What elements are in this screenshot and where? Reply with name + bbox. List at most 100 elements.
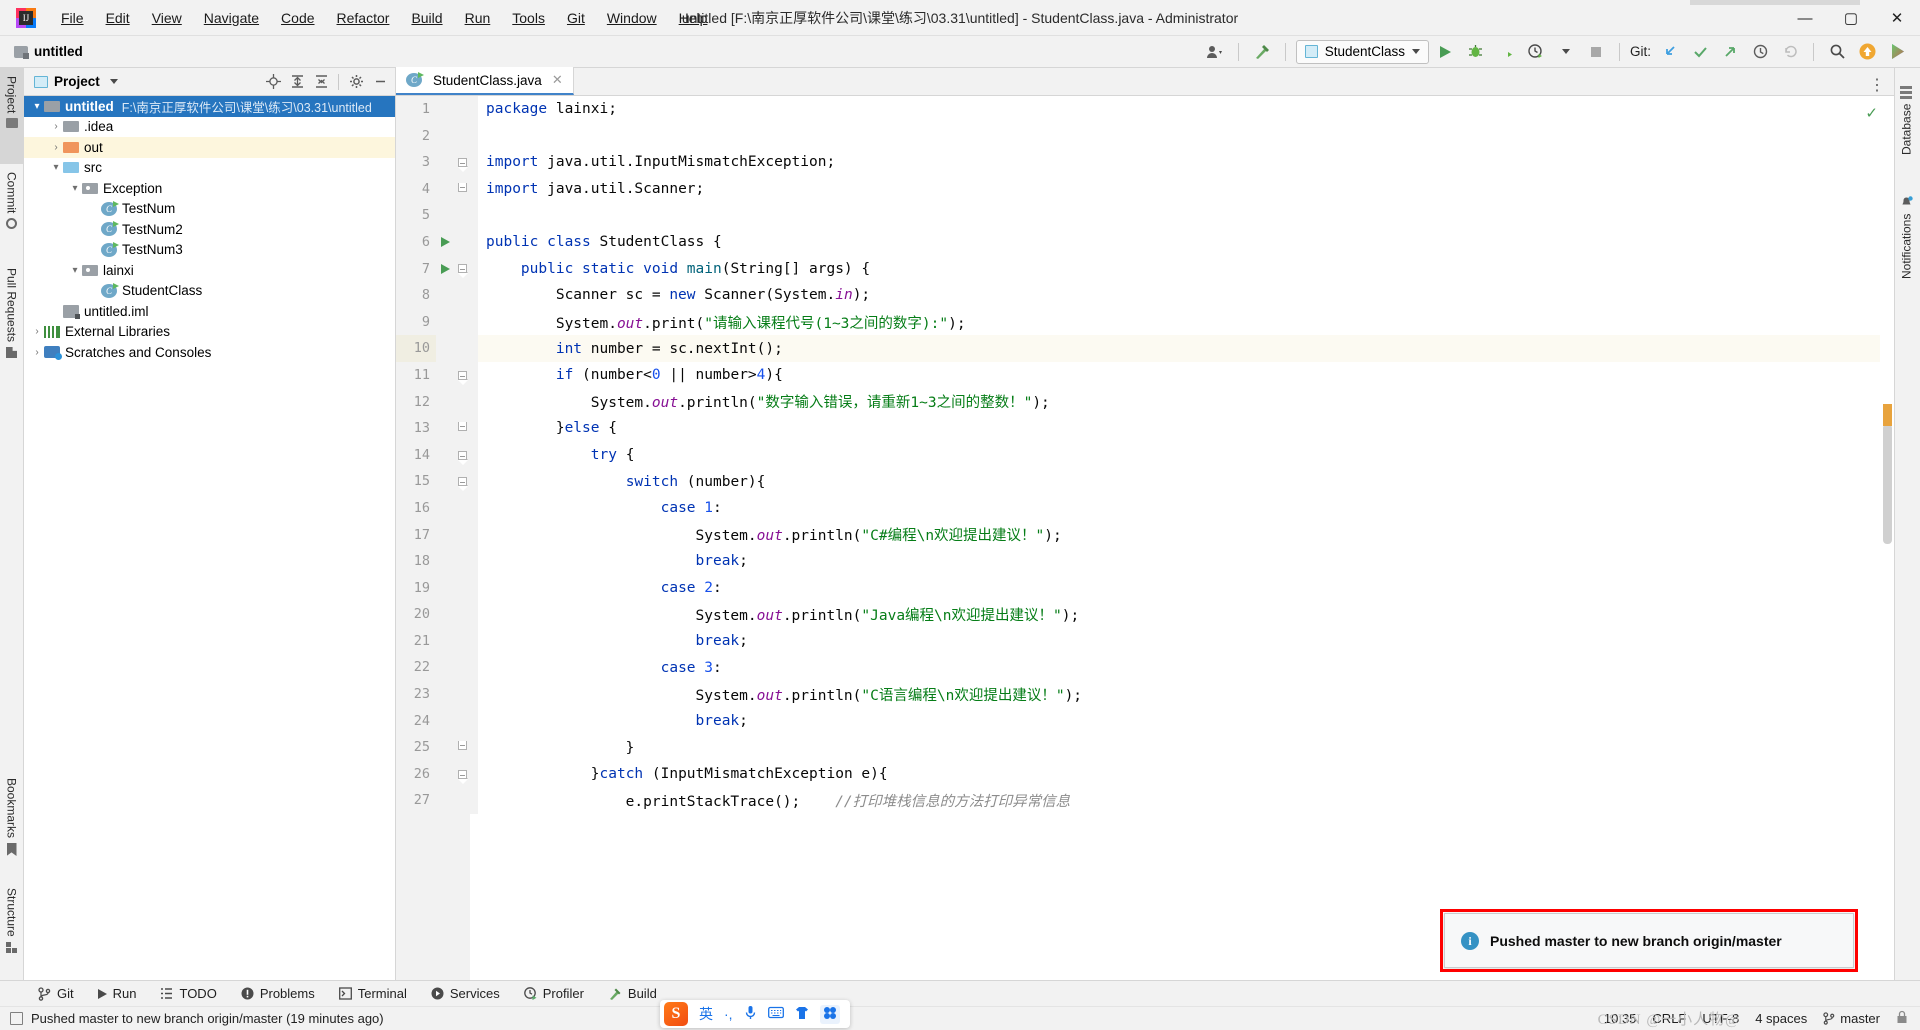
tree-row-external-libraries[interactable]: › External Libraries — [24, 322, 395, 343]
chevron-right-icon[interactable]: › — [30, 347, 44, 358]
menu-edit[interactable]: Edit — [95, 6, 141, 30]
code-editor[interactable]: 1 package lainxi; 2 3 import java.util.Input… — [396, 96, 1894, 980]
code-line[interactable]: 24 break; — [396, 707, 1894, 735]
tree-row-out[interactable]: › out — [24, 137, 395, 158]
fold-marker-icon[interactable] — [454, 415, 470, 442]
code-line[interactable]: 14 try { — [396, 441, 1894, 469]
feedback-icon[interactable] — [1884, 40, 1910, 64]
code-line[interactable]: 11 if (number<0 || number>4){ — [396, 361, 1894, 389]
notification-balloon[interactable]: i Pushed master to new branch origin/mas… — [1444, 913, 1854, 968]
run-coverage-icon[interactable] — [1493, 40, 1519, 64]
fold-marker-icon[interactable] — [454, 760, 470, 788]
code-line[interactable]: 26 }catch (InputMismatchException e){ — [396, 760, 1894, 788]
menu-window[interactable]: Window — [596, 6, 668, 30]
fold-marker-icon[interactable] — [454, 361, 470, 389]
close-button[interactable]: ✕ — [1874, 0, 1920, 36]
chevron-down-icon[interactable]: ▾ — [68, 265, 82, 276]
code-line[interactable]: 10 int number = sc.nextInt(); — [396, 335, 1894, 362]
git-push-icon[interactable] — [1717, 40, 1743, 64]
menu-git[interactable]: Git — [556, 6, 596, 30]
code-line[interactable]: 15 switch (number){ — [396, 468, 1894, 495]
code-line[interactable]: 8 Scanner sc = new Scanner(System.in); — [396, 282, 1894, 309]
menu-refactor[interactable]: Refactor — [326, 6, 401, 30]
fold-marker-icon[interactable] — [454, 468, 470, 495]
status-line-separator[interactable]: CRLF — [1652, 1011, 1686, 1026]
run-icon[interactable] — [1433, 40, 1459, 64]
sidebar-item-bookmarks[interactable]: Bookmarks — [0, 770, 23, 880]
profiler-icon[interactable] — [1523, 40, 1549, 64]
sidebar-item-database[interactable]: Database — [1895, 78, 1918, 188]
more-options-icon[interactable]: ⋮ — [1869, 75, 1886, 95]
tool-window-run[interactable]: Run — [86, 983, 149, 1004]
fold-marker-icon[interactable] — [454, 175, 470, 203]
code-line[interactable]: 2 — [396, 122, 1894, 150]
code-line[interactable]: 23 System.out.println("C语言编程\n欢迎提出建议！"); — [396, 681, 1894, 708]
chevron-down-icon[interactable]: ▾ — [68, 183, 82, 194]
tool-window-build[interactable]: Build — [596, 983, 669, 1004]
code-line[interactable]: 21 break; — [396, 627, 1894, 655]
code-line[interactable]: 18 break; — [396, 548, 1894, 575]
code-line[interactable]: 6 public class StudentClass { — [396, 228, 1894, 256]
run-configuration-selector[interactable]: StudentClass — [1295, 39, 1429, 64]
sidebar-item-notifications[interactable]: Notifications — [1895, 188, 1918, 338]
fold-marker-icon[interactable] — [454, 255, 470, 283]
menu-view[interactable]: View — [141, 6, 193, 30]
mic-icon[interactable] — [744, 1005, 757, 1023]
more-run-options-icon[interactable] — [1553, 40, 1579, 64]
chevron-down-icon[interactable]: ▾ — [30, 101, 44, 112]
menu-navigate[interactable]: Navigate — [193, 6, 270, 30]
tree-row-lainxi[interactable]: ▾ lainxi — [24, 260, 395, 281]
code-line[interactable]: 7 public static void main(String[] args)… — [396, 255, 1894, 283]
menu-help[interactable]: Help — [668, 6, 719, 30]
tool-window-profiler[interactable]: Profiler — [512, 983, 596, 1004]
user-avatar-icon[interactable] — [1202, 40, 1228, 64]
menu-tools[interactable]: Tools — [501, 6, 556, 30]
stop-icon[interactable] — [1583, 40, 1609, 64]
toolbox-icon[interactable] — [819, 1004, 840, 1024]
fold-marker-icon[interactable] — [454, 441, 470, 469]
collapse-all-icon[interactable] — [310, 71, 332, 93]
sidebar-item-structure[interactable]: Structure — [0, 880, 23, 980]
code-line[interactable]: 17 System.out.println("C#编程\n欢迎提出建议！"); — [396, 521, 1894, 549]
code-line[interactable]: 4 import java.util.Scanner; — [396, 175, 1894, 203]
close-icon[interactable]: ✕ — [552, 72, 563, 88]
code-line[interactable]: 16 case 1: — [396, 494, 1894, 522]
code-line[interactable]: 9 System.out.print("请输入课程代号(1~3之间的数字):")… — [396, 308, 1894, 336]
debug-icon[interactable] — [1463, 40, 1489, 64]
tree-row-exception[interactable]: ▾ Exception — [24, 178, 395, 199]
chevron-down-icon[interactable] — [109, 79, 118, 84]
sogou-ime-logo-icon[interactable]: S — [664, 1002, 688, 1026]
code-line[interactable]: 5 — [396, 202, 1894, 229]
tool-window-todo[interactable]: TODO — [148, 983, 228, 1004]
editor-scrollbar[interactable] — [1880, 124, 1894, 980]
menu-code[interactable]: Code — [270, 6, 325, 30]
git-rollback-icon[interactable] — [1777, 40, 1803, 64]
chevron-right-icon[interactable]: › — [49, 142, 63, 153]
tool-window-git[interactable]: Git — [26, 983, 86, 1004]
keyboard-icon[interactable] — [767, 1006, 784, 1022]
chevron-right-icon[interactable]: › — [30, 326, 44, 337]
settings-gear-icon[interactable] — [345, 71, 367, 93]
git-history-icon[interactable] — [1747, 40, 1773, 64]
code-line[interactable]: 3 import java.util.InputMismatchException… — [396, 149, 1894, 176]
sidebar-item-project[interactable]: Project — [0, 68, 23, 164]
chevron-right-icon[interactable]: › — [49, 121, 63, 132]
tree-row-src[interactable]: ▾ src — [24, 158, 395, 179]
status-indent[interactable]: 4 spaces — [1755, 1011, 1807, 1026]
status-encoding[interactable]: UTF-8 — [1702, 1011, 1739, 1026]
skin-icon[interactable] — [795, 1006, 809, 1023]
build-hammer-icon[interactable] — [1249, 40, 1275, 64]
tree-row-scratches-and-consoles[interactable]: › Scratches and Consoles — [24, 342, 395, 363]
tool-window-terminal[interactable]: Terminal — [327, 983, 419, 1004]
search-icon[interactable] — [1824, 40, 1850, 64]
code-line[interactable]: 1 package lainxi; — [396, 96, 1894, 123]
code-line[interactable]: 20 System.out.println("Java编程\n欢迎提出建议！")… — [396, 601, 1894, 628]
code-line[interactable]: 27 e.printStackTrace(); //打印堆栈信息的方法打印异常信… — [396, 787, 1894, 815]
tool-window-services[interactable]: Services — [419, 983, 512, 1004]
sidebar-item-commit[interactable]: Commit — [0, 164, 23, 260]
status-branch[interactable]: master — [1823, 1011, 1880, 1026]
tree-row-testnum[interactable]: C TestNum — [24, 199, 395, 220]
ime-toolbar[interactable]: S 英 ·, — [660, 1000, 850, 1028]
fold-marker-icon[interactable] — [454, 734, 470, 761]
code-line[interactable]: 19 case 2: — [396, 574, 1894, 602]
